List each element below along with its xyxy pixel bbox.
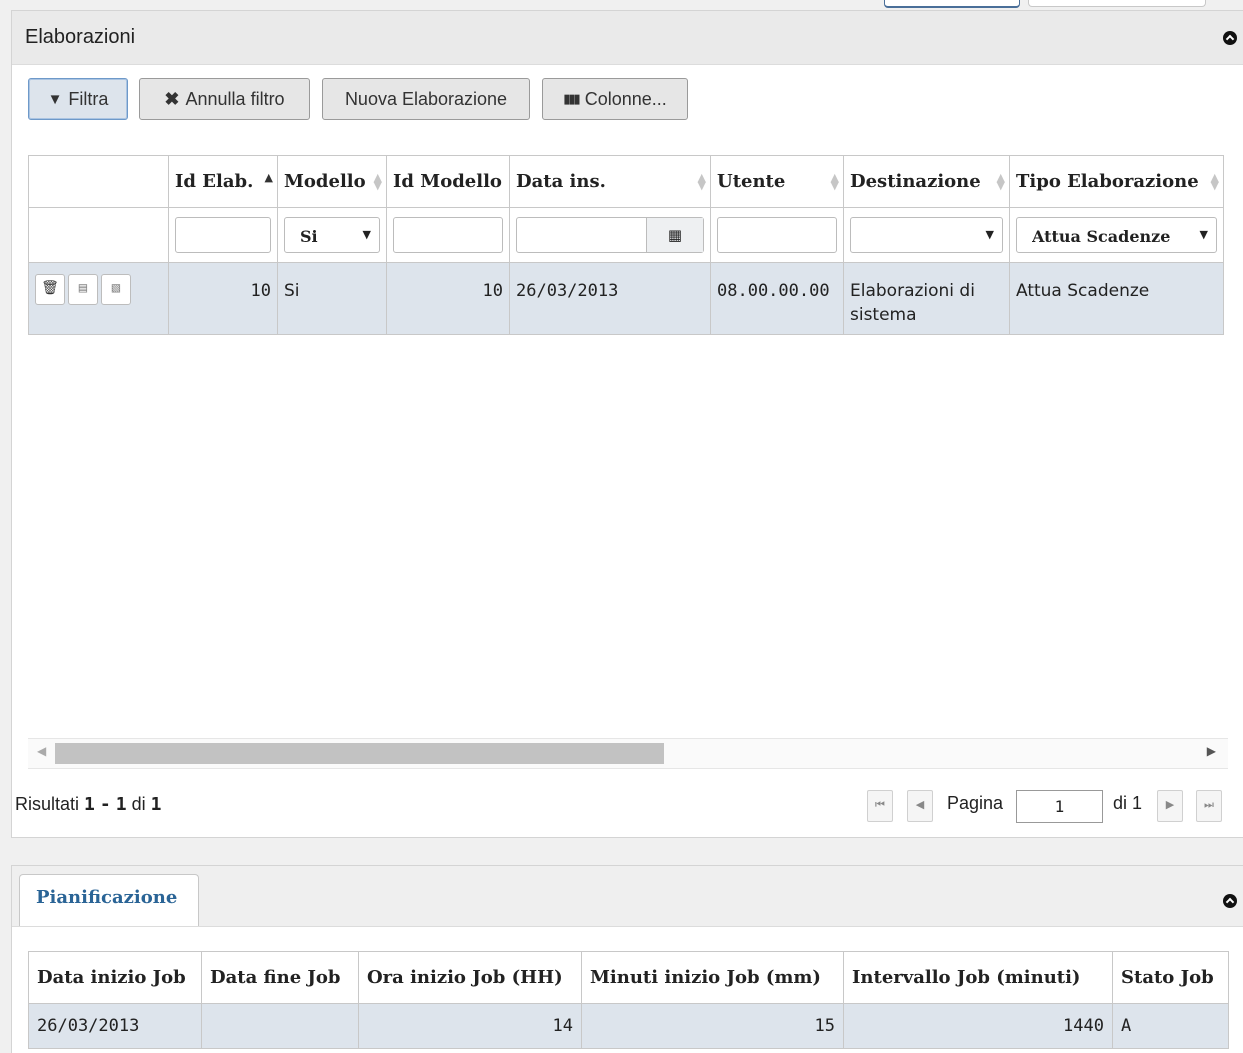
clear-filter-label: Annulla filtro xyxy=(185,88,285,109)
column-header-minuti-inizio-job[interactable]: Minuti inizio Job (mm) xyxy=(581,951,844,1004)
table-row[interactable]: 🗑 ▤ ▧ 10 Si 10 26/03/2013 08.00.00.00 Elab… xyxy=(28,262,1224,335)
page-label: Pagina xyxy=(947,793,1004,813)
cell-data-fine xyxy=(201,1003,359,1049)
actions-header xyxy=(28,155,169,208)
sort-icon: ▲ ▼ xyxy=(830,171,839,192)
next-page-icon[interactable]: ▶ xyxy=(1157,790,1183,822)
column-header-modello[interactable]: Modello ▲ ▼ xyxy=(277,155,387,208)
prev-page-icon[interactable]: ◀ xyxy=(907,790,933,822)
column-header-stato-job[interactable]: Stato Job xyxy=(1112,951,1229,1004)
column-header-data-ins[interactable]: Data ins. ▲ ▼ xyxy=(509,155,711,208)
cell-ora-inizio: 14 xyxy=(358,1003,582,1049)
table-row[interactable]: 26/03/2013 14 15 1440 A xyxy=(28,1003,1229,1049)
pianificazione-grid: Data inizio Job Data fine Job Ora inizio… xyxy=(28,951,1229,1049)
horizontal-scrollbar[interactable]: ◀ ▶ xyxy=(28,738,1228,769)
column-header-destinazione[interactable]: Destinazione ▲ ▼ xyxy=(843,155,1010,208)
panel-title: Elaborazioni xyxy=(25,26,136,48)
column-header-id-modello[interactable]: Id Modello xyxy=(386,155,510,208)
pdf-icon[interactable]: ▧ xyxy=(101,274,131,305)
last-page-icon[interactable]: ⏭ xyxy=(1196,790,1222,822)
elaborazioni-grid: Id Elab. ▲ Modello ▲ ▼ Id Modello Data ins.… xyxy=(28,155,1224,335)
filter-row: Si ▼ ▦ ▼ Attua Scadenze ▼ xyxy=(28,207,1224,263)
id-modello-filter-input[interactable] xyxy=(393,217,503,253)
tipo-elaborazione-filter-select[interactable]: Attua Scadenze ▼ xyxy=(1016,217,1217,253)
destinazione-filter-select[interactable]: ▼ xyxy=(850,217,1003,253)
modello-filter-select[interactable]: Si ▼ xyxy=(284,217,380,253)
cell-id-modello: 10 xyxy=(386,262,510,335)
sort-icon: ▲ ▼ xyxy=(1210,171,1219,192)
cell-data-inizio: 26/03/2013 xyxy=(28,1003,202,1049)
first-page-icon[interactable]: ⏮ xyxy=(867,790,893,822)
column-header-ora-inizio-job[interactable]: Ora inizio Job (HH) xyxy=(358,951,582,1004)
top-button-stub[interactable] xyxy=(1028,0,1206,7)
collapse-icon[interactable] xyxy=(1223,894,1237,908)
data-ins-filter-input[interactable]: ▦ xyxy=(516,217,704,253)
chevron-down-icon: ▼ xyxy=(362,228,371,241)
clear-filter-button[interactable]: ✖ Annulla filtro xyxy=(139,78,310,120)
columns-icon: ▮▮▮ xyxy=(563,91,581,106)
pagination: ⏮ ◀ Pagina 1 di 1 ▶ ⏭ xyxy=(864,787,1234,823)
results-summary: Risultati 1 - 1 di 1 xyxy=(15,794,162,815)
new-elaboration-button[interactable]: Nuova Elaborazione xyxy=(322,78,530,120)
collapse-icon[interactable] xyxy=(1223,31,1237,45)
calendar-icon[interactable]: ▦ xyxy=(646,218,703,252)
document-icon[interactable]: ▤ xyxy=(68,274,98,305)
cell-tipo-elaborazione: Attua Scadenze xyxy=(1009,262,1224,335)
filter-button-label: Filtra xyxy=(68,88,109,109)
cell-id-elab: 10 xyxy=(168,262,278,335)
sort-icon: ▲ ▼ xyxy=(697,171,706,192)
new-elaboration-label: Nuova Elaborazione xyxy=(344,88,508,109)
scroll-right-icon[interactable]: ▶ xyxy=(1207,744,1216,758)
close-icon: ✖ xyxy=(164,88,180,109)
cell-minuti-inizio: 15 xyxy=(581,1003,844,1049)
chevron-down-icon: ▼ xyxy=(1199,228,1208,241)
page-total: di 1 xyxy=(1113,793,1143,813)
sort-icon: ▲ ▼ xyxy=(373,171,382,192)
tab-pianificazione[interactable]: Pianificazione xyxy=(19,874,199,926)
row-actions: 🗑 ▤ ▧ xyxy=(28,262,169,335)
column-header-utente[interactable]: Utente ▲ ▼ xyxy=(710,155,844,208)
scrollbar-thumb[interactable] xyxy=(55,743,664,764)
cell-utente: 08.00.00.00 xyxy=(710,262,844,335)
cell-intervallo: 1440 xyxy=(843,1003,1113,1049)
column-header-data-fine-job[interactable]: Data fine Job xyxy=(201,951,359,1004)
column-header-id-elab[interactable]: Id Elab. ▲ xyxy=(168,155,278,208)
cell-stato: A xyxy=(1112,1003,1229,1049)
filter-icon: ▼ xyxy=(47,90,63,108)
elaborazioni-panel: Elaborazioni xyxy=(11,10,1243,838)
panel-header: Elaborazioni xyxy=(12,11,1243,65)
page-input[interactable]: 1 xyxy=(1016,790,1103,823)
filter-cell-empty xyxy=(28,207,169,263)
chevron-down-icon: ▼ xyxy=(985,228,994,241)
cell-data-ins: 26/03/2013 xyxy=(509,262,711,335)
columns-button[interactable]: ▮▮▮ Colonne... xyxy=(542,78,688,120)
filter-button[interactable]: ▼ Filtra xyxy=(28,78,128,120)
cell-destinazione: Elaborazioni di sistema xyxy=(843,262,1010,335)
column-header-tipo-elaborazione[interactable]: Tipo Elaborazione ▲ ▼ xyxy=(1009,155,1224,208)
utente-filter-input[interactable] xyxy=(717,217,837,253)
sort-asc-icon: ▲ xyxy=(264,171,273,184)
top-button-stub[interactable] xyxy=(884,0,1020,8)
column-header-intervallo-job[interactable]: Intervallo Job (minuti) xyxy=(843,951,1113,1004)
cell-modello: Si xyxy=(277,262,387,335)
id-elab-filter-input[interactable] xyxy=(175,217,271,253)
column-header-data-inizio-job[interactable]: Data inizio Job xyxy=(28,951,202,1004)
trash-icon[interactable]: 🗑 xyxy=(35,274,65,305)
sort-icon: ▲ ▼ xyxy=(996,171,1005,192)
columns-button-label: Colonne... xyxy=(584,88,667,109)
scroll-left-icon[interactable]: ◀ xyxy=(37,744,46,758)
